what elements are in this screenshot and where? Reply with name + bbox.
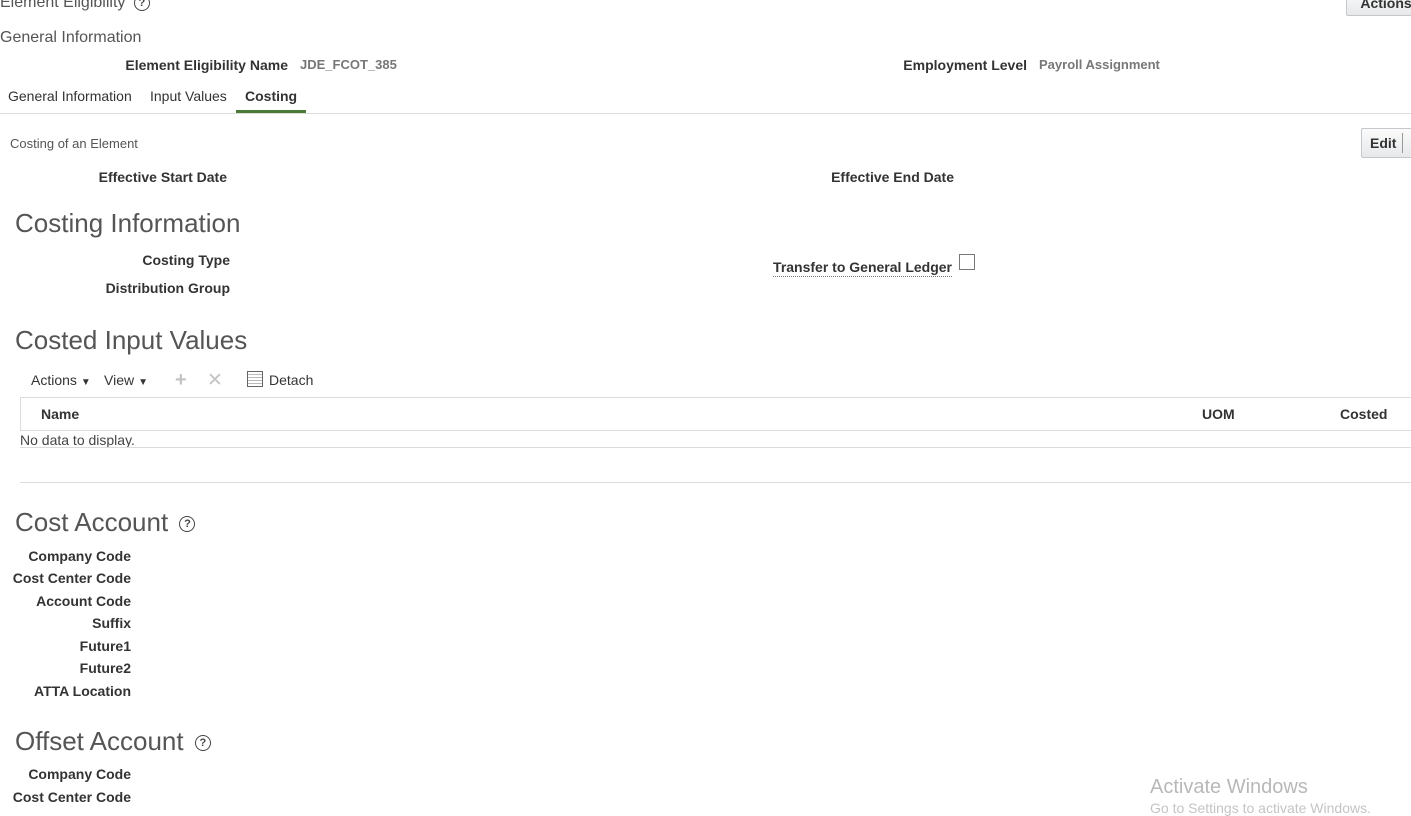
watermark-subtitle: Go to Settings to activate Windows. [1150,800,1371,816]
page-title: Element Eligibility [0,0,126,11]
effective-end-date-label: Effective End Date [831,169,954,185]
detach-icon[interactable] [247,371,263,387]
column-header-costed[interactable]: Costed [1340,406,1387,422]
table-empty-message: No data to display. [20,432,135,448]
page-title-area: Element Eligibility ? [0,0,150,12]
employment-level-label: Employment Level [903,57,1027,73]
help-icon[interactable]: ? [133,0,150,11]
tab-costing[interactable]: Costing [245,88,297,104]
cost-center-code-label: Cost Center Code [12,570,131,586]
effective-start-date-label: Effective Start Date [98,169,227,185]
table-header-border [20,430,1411,431]
caret-down-icon: ▼ [80,377,91,388]
cost-future2-label: Future2 [79,660,131,676]
add-row-icon[interactable]: + [175,369,187,392]
cost-suffix-label: Suffix [92,615,131,631]
section-divider [20,482,1411,483]
watermark-title: Activate Windows [1150,776,1308,798]
offset-cost-center-code-label: Cost Center Code [12,789,131,805]
costing-type-label: Costing Type [142,252,230,268]
table-bottom-border [20,447,1411,448]
tab-general-information[interactable]: General Information [8,88,132,104]
costed-input-values-heading: Costed Input Values [15,325,248,355]
cost-account-heading: Cost Account [15,507,169,537]
employment-level-value: Payroll Assignment [1039,57,1160,72]
table-actions-label: Actions [31,372,77,388]
page-actions-button[interactable]: Actions [1346,0,1411,16]
delete-row-icon[interactable]: ✕ [207,369,223,392]
column-header-name[interactable]: Name [41,406,79,422]
help-icon[interactable]: ? [179,516,196,533]
offset-company-code-label: Company Code [28,766,131,782]
tab-input-values[interactable]: Input Values [150,88,227,104]
cost-account-code-label: Account Code [36,593,131,609]
costing-caption: Costing of an Element [10,136,138,151]
cost-atta-location-label: ATTA Location [34,683,131,699]
table-view-menu[interactable]: View ▼ [104,372,148,388]
edit-button[interactable]: Edit [1361,128,1411,158]
table-top-border [20,397,1411,398]
transfer-to-gl-checkbox[interactable] [959,254,975,270]
help-icon[interactable]: ? [194,735,211,752]
caret-down-icon: ▼ [138,377,148,388]
transfer-to-gl-label: Transfer to General Ledger [773,259,952,277]
table-actions-menu[interactable]: Actions ▼ [31,372,91,388]
costing-information-heading: Costing Information [15,208,241,238]
distribution-group-label: Distribution Group [105,280,230,296]
section-subtitle: General Information [0,29,142,46]
cost-company-code-label: Company Code [28,548,131,564]
detach-button[interactable]: Detach [269,372,313,388]
eligibility-name-value: JDE_FCOT_385 [300,57,397,72]
offset-account-heading: Offset Account [15,726,184,756]
edit-button-separator [1402,133,1403,153]
cost-account-heading-area: Cost Account ? [15,507,196,538]
offset-account-heading-area: Offset Account ? [15,726,211,757]
cost-future1-label: Future1 [79,638,131,654]
table-left-border [20,397,21,431]
table-view-label: View [104,372,135,388]
eligibility-name-label: Element Eligibility Name [125,57,288,73]
column-header-uom[interactable]: UOM [1202,406,1235,422]
tabs-divider [0,113,1411,114]
